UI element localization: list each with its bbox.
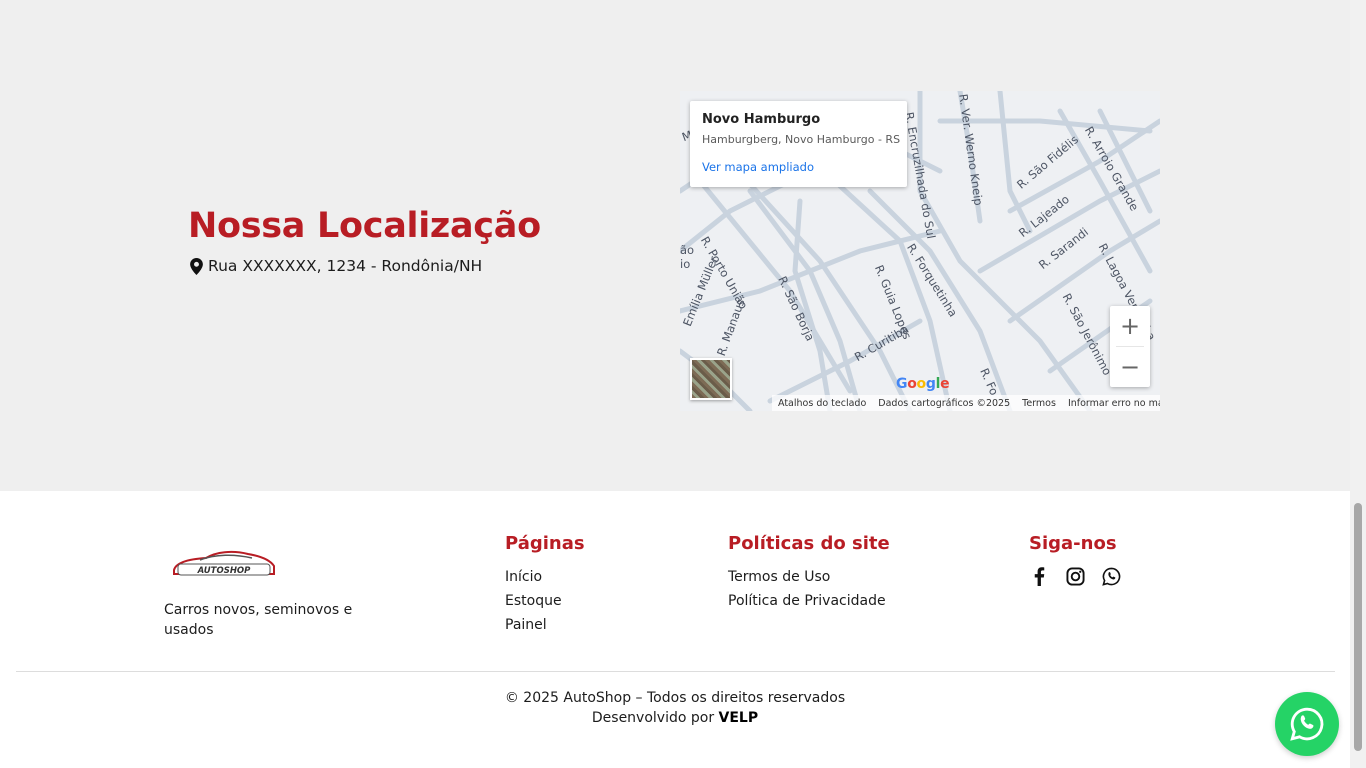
satellite-toggle-button[interactable] [690, 358, 732, 400]
map-place-name: Novo Hamburgo [702, 112, 821, 127]
instagram-icon[interactable] [1066, 567, 1085, 586]
map-zoom-control: + − [1110, 306, 1150, 387]
developer-credit: Desenvolvido por VELP [0, 708, 1350, 728]
pages-title: Páginas [505, 533, 585, 554]
location-title: Nossa Localização [188, 206, 541, 246]
google-logo-letter: o [907, 376, 917, 392]
zoom-out-button[interactable]: − [1110, 347, 1150, 387]
footer-link-terms[interactable]: Termos de Uso [728, 565, 886, 589]
map-attribution-bar: Atalhos do teclado Dados cartográficos ©… [772, 395, 1160, 411]
car-logo-icon: AUTOSHOP [173, 550, 275, 576]
social-links [1030, 567, 1121, 586]
developer-name[interactable]: VELP [719, 710, 759, 726]
developer-prefix: Desenvolvido por [591, 710, 715, 726]
zoom-in-button[interactable]: + [1110, 306, 1150, 346]
footer-tagline: Carros novos, seminovos e usados [164, 602, 353, 638]
site-footer: AUTOSHOP Carros novos, seminovos e usado… [0, 491, 1350, 768]
footer-link-painel[interactable]: Painel [505, 613, 562, 637]
map-data-credit: Dados cartográficos ©2025 [878, 397, 1011, 409]
street-label: ão [680, 243, 695, 257]
view-larger-map-link[interactable]: Ver mapa ampliado [702, 160, 895, 174]
map-terms-link[interactable]: Termos [1022, 398, 1056, 409]
whatsapp-icon[interactable] [1102, 567, 1121, 586]
logo-text: AUTOSHOP [197, 566, 252, 576]
footer-link-estoque[interactable]: Estoque [505, 589, 562, 613]
policies-list: Termos de Uso Política de Privacidade [728, 565, 886, 613]
copyright-block: © 2025 AutoShop – Todos os direitos rese… [0, 688, 1350, 728]
whatsapp-floating-button[interactable] [1275, 692, 1339, 756]
facebook-icon[interactable] [1030, 567, 1049, 586]
social-title: Siga-nos [1029, 533, 1117, 554]
copyright-text: © 2025 AutoShop – Todos os direitos rese… [504, 690, 846, 706]
footer-divider [16, 671, 1335, 672]
pages-list: Início Estoque Painel [505, 565, 562, 637]
google-logo-letter: o [916, 376, 927, 392]
map-place-card: Novo Hamburgo Hamburgberg, Novo Hamburgo… [690, 101, 907, 187]
whatsapp-icon [1290, 707, 1324, 741]
google-logo: Google [896, 376, 950, 392]
street-label: io [680, 257, 691, 271]
scrollbar-thumb[interactable] [1354, 503, 1362, 751]
footer-link-privacy[interactable]: Política de Privacidade [728, 589, 886, 613]
page-scrollbar[interactable] [1350, 0, 1366, 768]
keyboard-shortcuts-link[interactable]: Atalhos do teclado [778, 398, 866, 409]
google-logo-letter: G [896, 376, 908, 392]
report-map-error-link[interactable]: Informar erro no mapa [1068, 398, 1160, 409]
footer-link-inicio[interactable]: Início [505, 565, 562, 589]
location-section: Nossa Localização Rua XXXXXXX, 1234 - Ro… [0, 0, 1350, 491]
location-address: Rua XXXXXXX, 1234 - Rondônia/NH [190, 257, 482, 275]
map-place-address: Hamburgberg, Novo Hamburgo - RS [702, 133, 901, 146]
embedded-map[interactable]: R. Encruzilhada do Sul R. Ver. Werno Kne… [680, 91, 1160, 411]
google-logo-letter: e [940, 376, 950, 392]
autoshop-logo[interactable]: AUTOSHOP [170, 548, 278, 586]
address-text: Rua XXXXXXX, 1234 - Rondônia/NH [208, 257, 483, 275]
map-pin-icon [190, 257, 203, 275]
google-logo-letter: g [925, 376, 936, 392]
policies-title: Políticas do site [728, 533, 890, 554]
